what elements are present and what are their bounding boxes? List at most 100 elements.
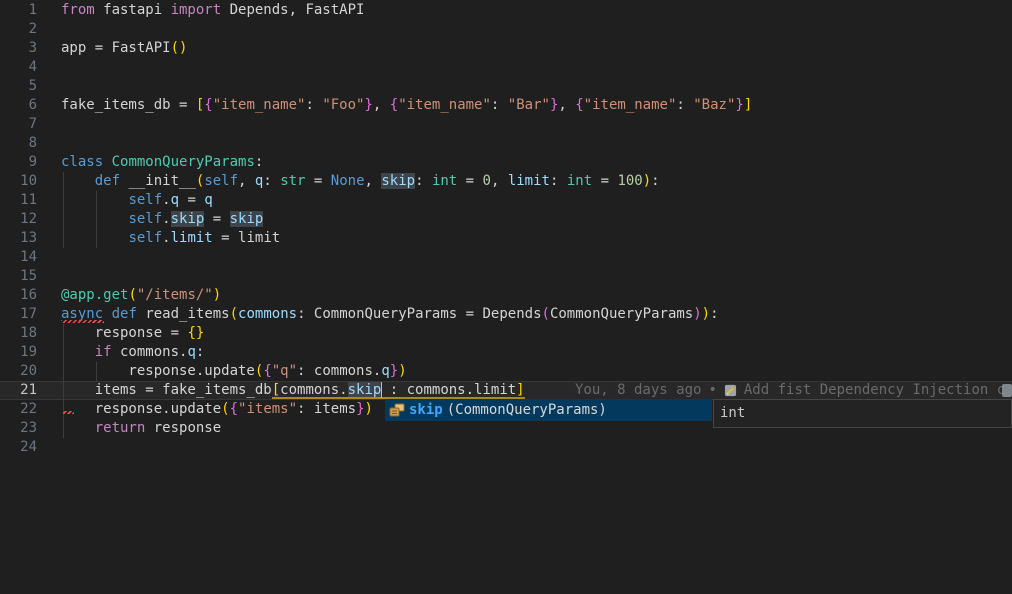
code-token xyxy=(61,192,128,208)
code-token: ) xyxy=(702,306,710,322)
code-line[interactable]: self.q = q xyxy=(0,191,1012,210)
code-line[interactable] xyxy=(0,77,1012,96)
code-token: def xyxy=(112,306,137,322)
code-line[interactable] xyxy=(0,134,1012,153)
code-line[interactable] xyxy=(0,438,1012,457)
code-token: () xyxy=(171,40,188,56)
memo-icon xyxy=(724,384,737,397)
code-text: response.update({"items": items}) xyxy=(61,400,373,419)
code-line[interactable] xyxy=(0,267,1012,286)
code-token xyxy=(61,344,95,360)
code-line[interactable]: fake_items_db = [{"item_name": "Foo"}, {… xyxy=(0,96,1012,115)
code-token: int xyxy=(567,173,592,189)
code-token: __init__ xyxy=(120,173,196,189)
code-token: "items" xyxy=(238,401,297,417)
code-token: : xyxy=(255,154,263,170)
code-token: = xyxy=(213,230,238,246)
code-token: response = xyxy=(61,325,187,341)
suggest-item-skip[interactable]: skip (CommonQueryParams) xyxy=(385,399,712,421)
code-token: . xyxy=(162,230,170,246)
code-token: return xyxy=(95,420,146,436)
code-text: def __init__(self, q: str = None, skip: … xyxy=(61,172,660,191)
code-token: : xyxy=(263,173,280,189)
code-token: "Baz" xyxy=(693,97,735,113)
code-line[interactable] xyxy=(0,20,1012,39)
code-line[interactable]: def __init__(self, q: str = None, skip: … xyxy=(0,172,1012,191)
code-token: self xyxy=(128,192,162,208)
code-token: self xyxy=(204,173,238,189)
code-line[interactable]: response.update({"q": commons.q}) xyxy=(0,362,1012,381)
code-token: , xyxy=(373,97,390,113)
code-token: [ xyxy=(272,382,280,398)
code-token: : commons.limit xyxy=(381,382,516,398)
code-token: CommonQueryParams xyxy=(550,306,693,322)
code-line[interactable]: async def read_items(commons: CommonQuer… xyxy=(0,305,1012,324)
code-line[interactable] xyxy=(0,58,1012,77)
code-token: : xyxy=(676,97,693,113)
git-blame-annotation[interactable]: You, 8 days ago • Add fist Dependency In… xyxy=(575,381,1005,400)
code-token: if xyxy=(95,344,112,360)
code-token: self xyxy=(128,230,162,246)
code-token: limit xyxy=(508,173,550,189)
code-token: 100 xyxy=(617,173,642,189)
code-line[interactable]: from fastapi import Depends, FastAPI xyxy=(0,1,1012,20)
code-token xyxy=(103,306,111,322)
code-token: "q" xyxy=(272,363,297,379)
code-token: "Foo" xyxy=(322,97,364,113)
code-line[interactable]: class CommonQueryParams: xyxy=(0,153,1012,172)
code-token: read_items xyxy=(137,306,230,322)
code-line[interactable]: self.skip = skip xyxy=(0,210,1012,229)
code-token: fastapi xyxy=(95,2,171,18)
code-token: None xyxy=(331,173,365,189)
code-token: {} xyxy=(187,325,204,341)
code-token: def xyxy=(95,173,120,189)
code-token: , xyxy=(238,173,255,189)
code-line[interactable]: @app.get("/items/") xyxy=(0,286,1012,305)
overview-ruler-marker xyxy=(1002,384,1012,397)
code-token xyxy=(103,154,111,170)
code-token: ) xyxy=(643,173,651,189)
code-token: = xyxy=(179,192,204,208)
code-token: : commons. xyxy=(297,363,381,379)
code-line[interactable] xyxy=(0,248,1012,267)
code-token: int xyxy=(432,173,457,189)
code-token: q xyxy=(204,192,212,208)
code-token: ) xyxy=(213,287,221,303)
code-line[interactable]: self.limit = limit xyxy=(0,229,1012,248)
code-token: : xyxy=(651,173,659,189)
code-token: limit xyxy=(238,230,280,246)
code-line[interactable] xyxy=(0,115,1012,134)
code-line[interactable]: if commons.q: xyxy=(0,343,1012,362)
code-token: items = fake_items_db xyxy=(61,382,272,398)
blame-author: You, 8 days ago xyxy=(575,381,701,400)
code-token: q xyxy=(171,192,179,208)
code-text: fake_items_db = [{"item_name": "Foo"}, {… xyxy=(61,96,752,115)
code-token: { xyxy=(390,97,398,113)
error-squiggle-line22 xyxy=(63,411,74,414)
code-line[interactable]: response = {} xyxy=(0,324,1012,343)
code-token: , xyxy=(491,173,508,189)
code-line[interactable]: app = FastAPI() xyxy=(0,39,1012,58)
code-token: ) xyxy=(365,401,373,417)
blame-bullet: • xyxy=(708,381,716,400)
code-token: = xyxy=(204,211,229,227)
code-token: commons. xyxy=(112,344,188,360)
code-token: ) xyxy=(398,363,406,379)
text-cursor xyxy=(381,382,382,398)
code-token: CommonQueryParams xyxy=(112,154,255,170)
word-highlight: skip xyxy=(230,211,264,227)
code-token: ( xyxy=(542,306,550,322)
code-token: : xyxy=(415,173,432,189)
code-text: from fastapi import Depends, FastAPI xyxy=(61,1,364,20)
code-token: "/items/" xyxy=(137,287,213,303)
code-text: async def read_items(commons: CommonQuer… xyxy=(61,305,719,324)
blame-message: Add fist Dependency Injection c xyxy=(744,381,1005,400)
code-token: ( xyxy=(128,287,136,303)
code-token: import xyxy=(171,2,222,18)
code-text: response = {} xyxy=(61,324,204,343)
code-token: commons. xyxy=(280,382,347,398)
code-token: Depends, FastAPI xyxy=(221,2,364,18)
code-token: @app.get xyxy=(61,287,128,303)
code-token: commons xyxy=(238,306,297,322)
suggest-detail-type: int xyxy=(720,404,745,423)
